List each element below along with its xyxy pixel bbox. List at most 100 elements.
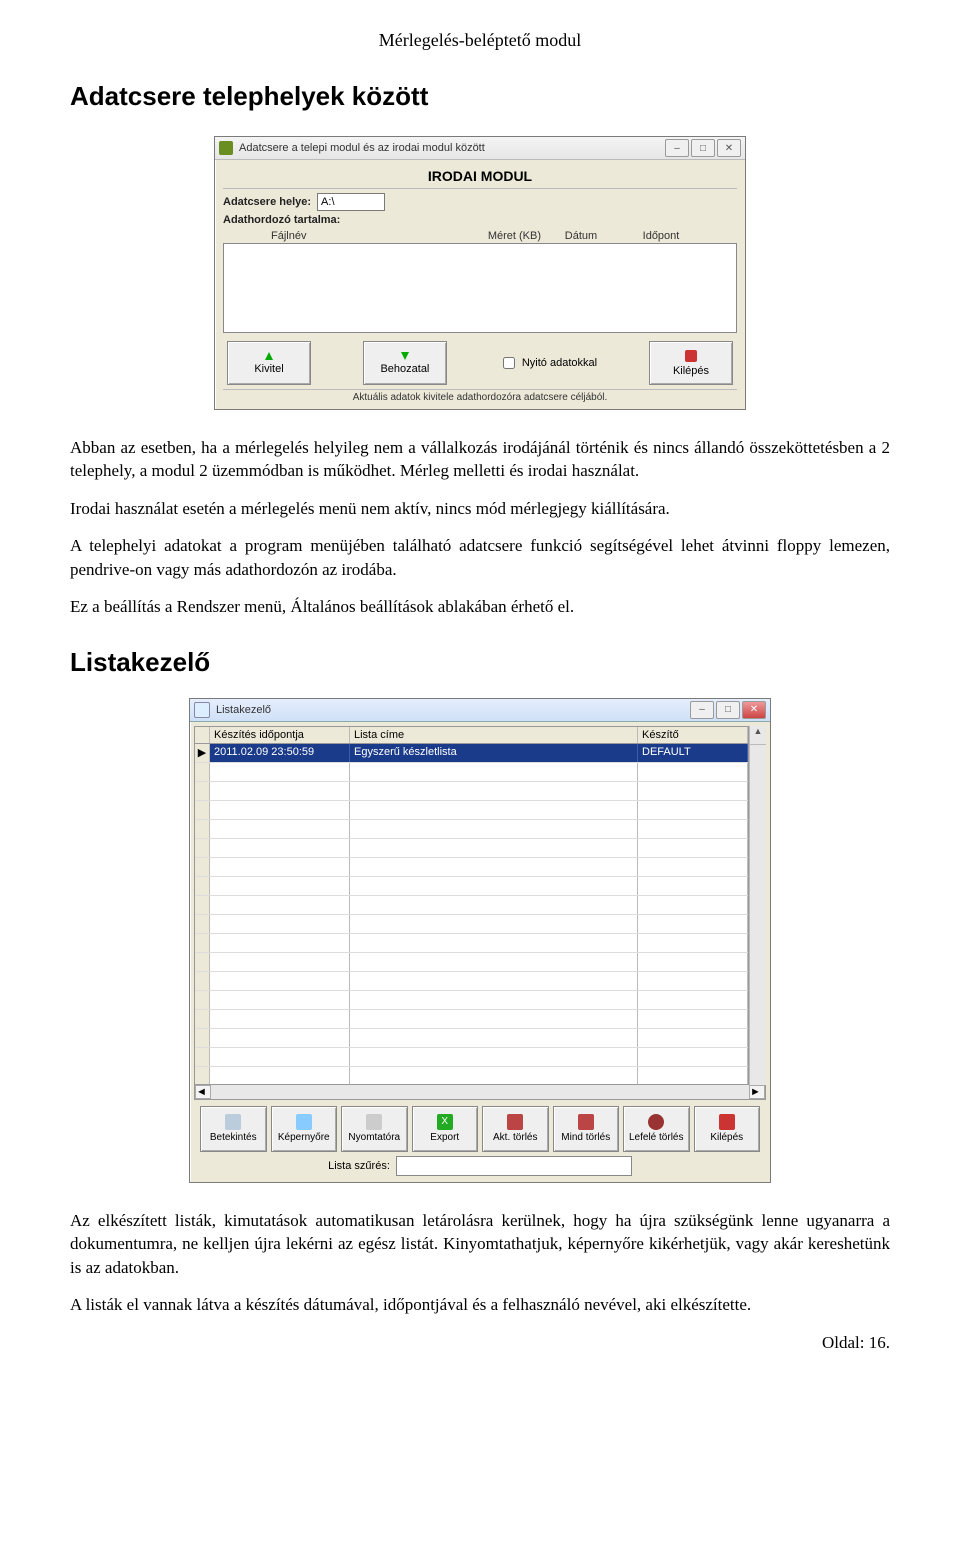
- cell-created: 2011.02.09 23:50:59: [210, 744, 350, 762]
- magnifier-icon: [225, 1114, 241, 1130]
- arrow-up-icon: [265, 352, 273, 360]
- open-data-checkbox-input[interactable]: [503, 357, 515, 369]
- printer-icon: [366, 1114, 382, 1130]
- vertical-scrollbar[interactable]: ▲: [749, 726, 766, 1085]
- table-row[interactable]: [195, 1048, 748, 1067]
- paragraph: A telephelyi adatokat a program menüjébe…: [70, 534, 890, 581]
- filter-label: Lista szűrés:: [328, 1160, 390, 1172]
- maximize-button[interactable]: □: [691, 139, 715, 157]
- window-titlebar[interactable]: Listakezelő – □ ✕: [190, 699, 770, 722]
- to-screen-button-label: Képernyőre: [278, 1132, 330, 1143]
- table-row[interactable]: [195, 1067, 748, 1085]
- window-title: Adatcsere a telepi modul és az irodai mo…: [239, 142, 659, 154]
- to-printer-button-label: Nyomtatóra: [348, 1132, 400, 1143]
- export-button-label: Export: [430, 1132, 459, 1143]
- stop-icon: [685, 350, 697, 362]
- window-list-manager: Listakezelő – □ ✕ Készítés időpontja Lis…: [189, 698, 771, 1183]
- view-button[interactable]: Betekintés: [200, 1106, 267, 1152]
- exit-button-label: Kilépés: [673, 365, 709, 377]
- table-row[interactable]: [195, 953, 748, 972]
- section-heading-listakezelo: Listakezelő: [70, 647, 890, 678]
- row-marker-icon: ▶: [195, 744, 210, 762]
- stop-icon: [719, 1114, 735, 1130]
- export-button[interactable]: Kivitel: [227, 341, 311, 385]
- location-label: Adatcsere helye:: [223, 196, 311, 208]
- page-number: Oldal: 16.: [70, 1333, 890, 1353]
- exit-button[interactable]: Kilépés: [694, 1106, 761, 1152]
- arrow-down-icon: [401, 352, 409, 360]
- window-data-exchange: Adatcsere a telepi modul és az irodai mo…: [214, 136, 746, 410]
- table-row[interactable]: [195, 801, 748, 820]
- col-date: Dátum: [541, 230, 621, 242]
- table-row[interactable]: [195, 820, 748, 839]
- figure-adatcsere-window: Adatcsere a telepi modul és az irodai mo…: [70, 136, 890, 410]
- table-row[interactable]: [195, 858, 748, 877]
- to-screen-button[interactable]: Képernyőre: [271, 1106, 338, 1152]
- table-row[interactable]: [195, 915, 748, 934]
- filter-input[interactable]: [396, 1156, 632, 1176]
- close-button[interactable]: ✕: [717, 139, 741, 157]
- delete-current-button[interactable]: Akt. törlés: [482, 1106, 549, 1152]
- scroll-right-icon[interactable]: ►: [749, 1085, 765, 1099]
- delete-below-button[interactable]: Lefelé törlés: [623, 1106, 690, 1152]
- table-row[interactable]: [195, 972, 748, 991]
- maximize-button[interactable]: □: [716, 701, 740, 719]
- table-row[interactable]: [195, 877, 748, 896]
- table-row[interactable]: [195, 1010, 748, 1029]
- close-button[interactable]: ✕: [742, 701, 766, 719]
- cell-title: Egyszerű készletlista: [350, 744, 638, 762]
- paragraph: Irodai használat esetén a mérlegelés men…: [70, 497, 890, 520]
- delete-current-button-label: Akt. törlés: [493, 1132, 537, 1143]
- grid-header: Készítés időpontja Lista címe Készítő: [194, 726, 749, 743]
- section-heading-adatcsere: Adatcsere telephelyek között: [70, 81, 890, 112]
- col-creator[interactable]: Készítő: [638, 727, 748, 743]
- minimize-button[interactable]: –: [665, 139, 689, 157]
- monitor-icon: [296, 1114, 312, 1130]
- col-filename: Fájlnév: [271, 230, 441, 242]
- delete-all-button[interactable]: Mind törlés: [553, 1106, 620, 1152]
- table-row[interactable]: [195, 839, 748, 858]
- window-controls: – □ ✕: [690, 701, 766, 719]
- scroll-up-icon[interactable]: ▲: [750, 726, 766, 745]
- table-row[interactable]: ▶ 2011.02.09 23:50:59 Egyszerű készletli…: [195, 744, 748, 763]
- table-row[interactable]: [195, 934, 748, 953]
- document-page: Mérlegelés-beléptető modul Adatcsere tel…: [0, 0, 960, 1383]
- exit-button[interactable]: Kilépés: [649, 341, 733, 385]
- minimize-button[interactable]: –: [690, 701, 714, 719]
- scroll-left-icon[interactable]: ◄: [195, 1085, 211, 1099]
- page-header: Mérlegelés-beléptető modul: [70, 30, 890, 51]
- media-list-box[interactable]: [223, 243, 737, 333]
- import-button-label: Behozatal: [380, 363, 429, 375]
- window-title: Listakezelő: [216, 704, 684, 716]
- window-app-icon: [194, 702, 210, 718]
- grid-body[interactable]: ▶ 2011.02.09 23:50:59 Egyszerű készletli…: [194, 743, 749, 1085]
- table-row[interactable]: [195, 763, 748, 782]
- open-data-checkbox[interactable]: Nyitó adatokkal: [499, 354, 597, 372]
- content-label: Adathordozó tartalma:: [223, 214, 340, 226]
- figure-listakezelo-window: Listakezelő – □ ✕ Készítés időpontja Lis…: [70, 698, 890, 1183]
- col-time: Időpont: [621, 230, 701, 242]
- table-row[interactable]: [195, 1029, 748, 1048]
- window-titlebar[interactable]: Adatcsere a telepi modul és az irodai mo…: [215, 137, 745, 160]
- export-button[interactable]: XExport: [412, 1106, 479, 1152]
- media-list-header: Fájlnév Méret (KB) Dátum Időpont: [223, 230, 737, 242]
- status-bar: Aktuális adatok kivitele adathordozóra a…: [223, 389, 737, 405]
- list-toolbar: Betekintés Képernyőre Nyomtatóra XExport…: [194, 1100, 766, 1154]
- window-app-icon: [219, 141, 233, 155]
- location-input[interactable]: [317, 193, 385, 211]
- col-title[interactable]: Lista címe: [350, 727, 638, 743]
- table-row[interactable]: [195, 991, 748, 1010]
- col-created[interactable]: Készítés időpontja: [210, 727, 350, 743]
- window-controls: – □ ✕: [665, 139, 741, 157]
- cell-creator: DEFAULT: [638, 744, 748, 762]
- paragraph: Ez a beállítás a Rendszer menü, Általáno…: [70, 595, 890, 618]
- import-button[interactable]: Behozatal: [363, 341, 447, 385]
- to-printer-button[interactable]: Nyomtatóra: [341, 1106, 408, 1152]
- horizontal-scrollbar[interactable]: ◄ ►: [194, 1085, 766, 1100]
- view-button-label: Betekintés: [210, 1132, 257, 1143]
- paragraph: Abban az esetben, ha a mérlegelés helyil…: [70, 436, 890, 483]
- table-row[interactable]: [195, 896, 748, 915]
- paragraph: Az elkészített listák, kimutatások autom…: [70, 1209, 890, 1279]
- table-row[interactable]: [195, 782, 748, 801]
- export-button-label: Kivitel: [254, 363, 283, 375]
